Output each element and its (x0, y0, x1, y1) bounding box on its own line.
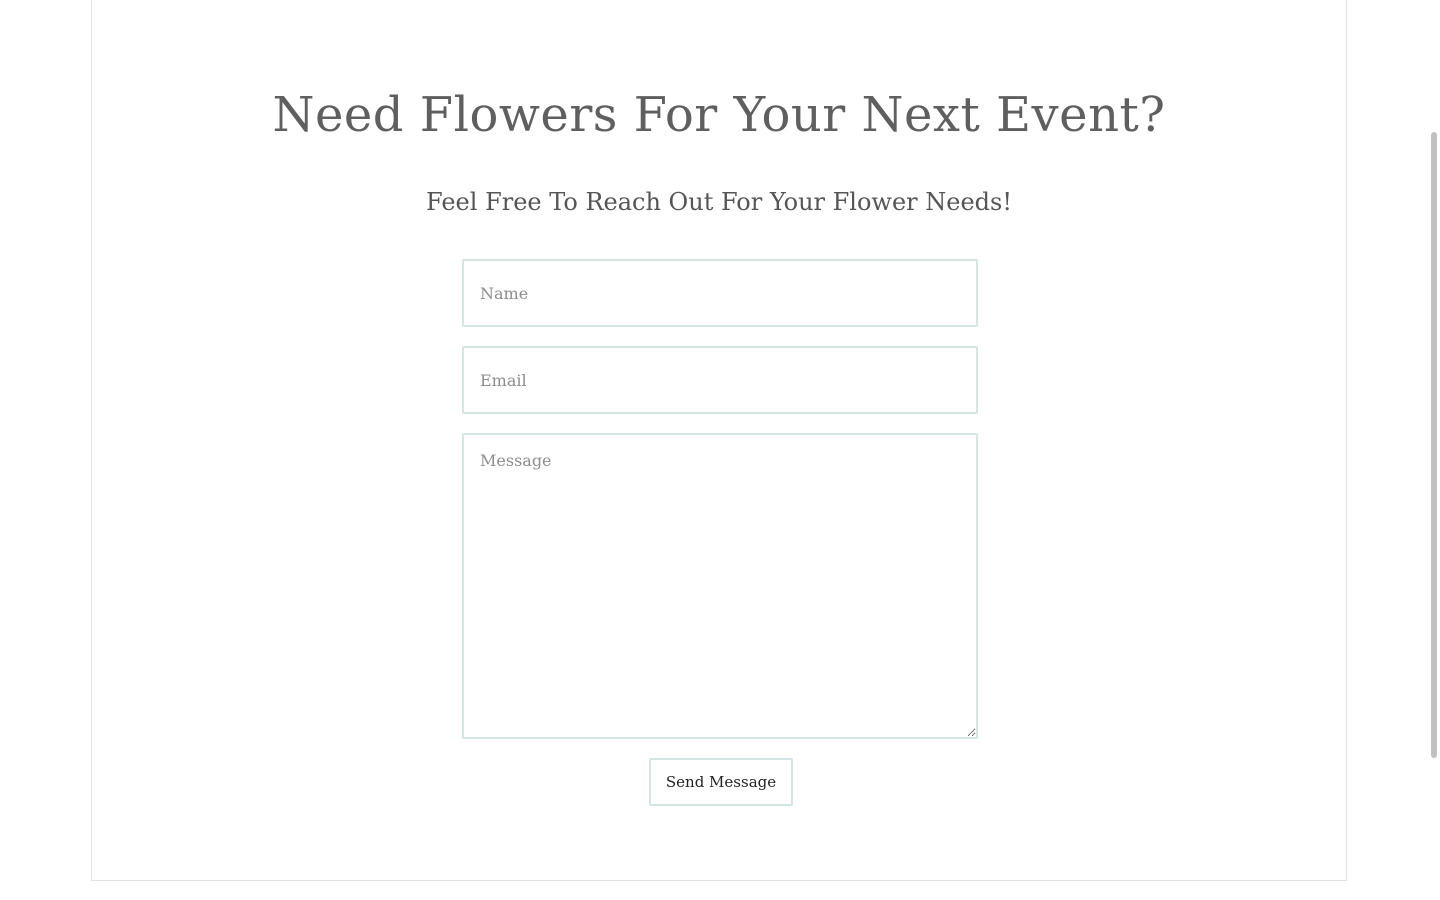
email-field[interactable] (462, 346, 978, 414)
scrollbar-thumb[interactable] (1431, 132, 1437, 758)
message-field[interactable] (462, 433, 978, 739)
page: Need Flowers For Your Next Event? Feel F… (0, 0, 1440, 900)
page-scrollbar[interactable] (1428, 0, 1440, 900)
page-title: Need Flowers For Your Next Event? (272, 87, 1166, 143)
page-subtitle: Feel Free To Reach Out For Your Flower N… (426, 188, 1012, 216)
contact-section: Need Flowers For Your Next Event? Feel F… (91, 0, 1347, 881)
send-message-button[interactable]: Send Message (649, 758, 793, 806)
name-field[interactable] (462, 259, 978, 327)
